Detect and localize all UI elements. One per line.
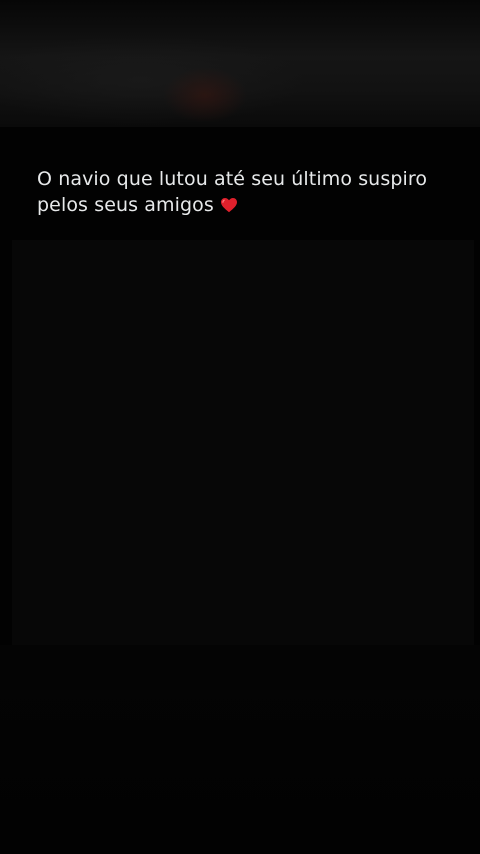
video-screen: O navio que lutou até seu último suspiro… [0,0,480,854]
caption-line-1: O navio que lutou até seu último suspiro [37,168,428,190]
media-area[interactable] [12,240,474,645]
blurred-video-preview [0,0,480,127]
bottom-area [0,645,480,854]
heart-icon [220,197,238,213]
post-caption: O navio que lutou até seu último suspiro… [37,166,457,218]
caption-line-2: pelos seus amigos [37,194,214,216]
